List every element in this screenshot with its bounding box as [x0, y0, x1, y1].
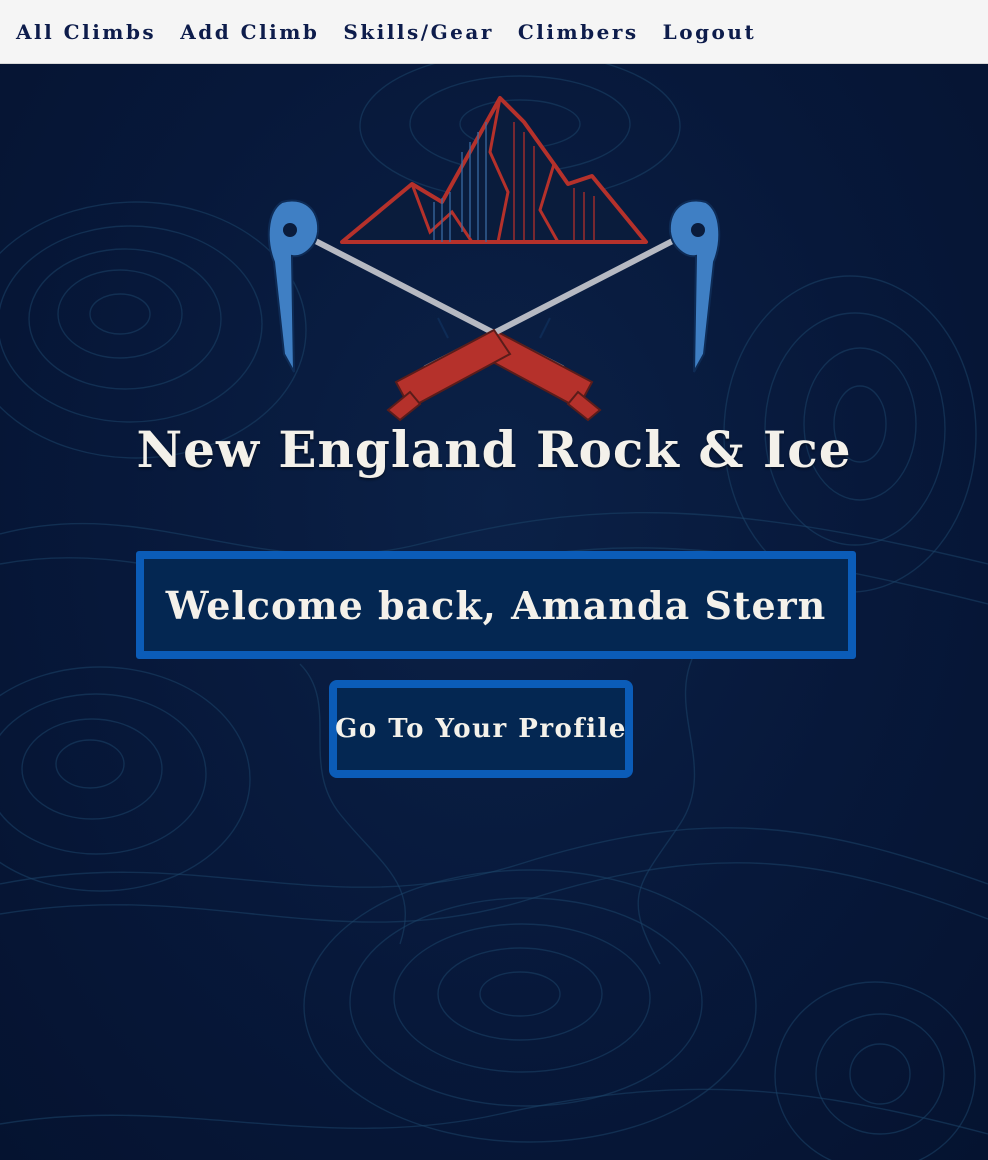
hero-section: New England Rock & Ice Welcome back, Ama…: [0, 64, 988, 1160]
welcome-message: Welcome back, Amanda Stern: [165, 582, 827, 628]
go-to-profile-label: Go To Your Profile: [335, 714, 627, 744]
nav-link-add-climb[interactable]: Add Climb: [180, 20, 319, 44]
top-navbar: All Climbs Add Climb Skills/Gear Climber…: [0, 0, 988, 64]
nav-link-climbers[interactable]: Climbers: [518, 20, 639, 44]
welcome-banner: Welcome back, Amanda Stern: [136, 551, 856, 659]
nav-link-logout[interactable]: Logout: [663, 20, 757, 44]
go-to-profile-button[interactable]: Go To Your Profile: [329, 680, 633, 778]
mountain-crossed-ice-axes-icon: [267, 96, 721, 422]
site-title: New England Rock & Ice: [136, 420, 852, 479]
nav-link-skills-gear[interactable]: Skills/Gear: [343, 20, 493, 44]
nav-link-all-climbs[interactable]: All Climbs: [16, 20, 156, 44]
